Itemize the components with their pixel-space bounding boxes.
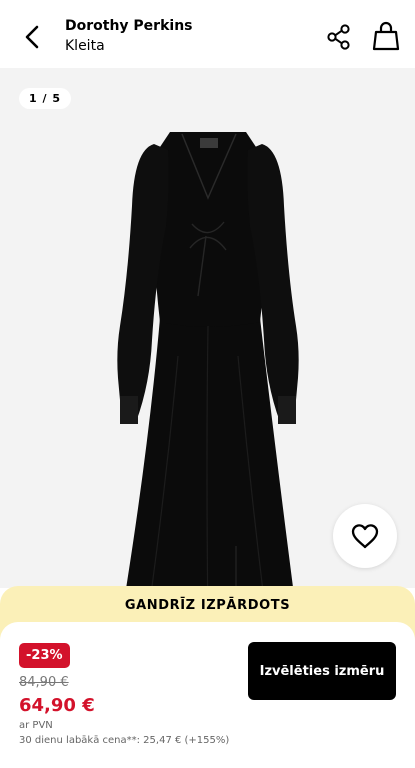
heart-outline-icon (351, 524, 379, 549)
shopping-bag-icon (372, 21, 400, 51)
share-icon (327, 24, 350, 50)
discount-badge: -23% (19, 643, 70, 668)
shopping-bag-button[interactable] (372, 21, 400, 51)
sale-price: 64,90 € (19, 695, 95, 716)
low-stock-text: GANDRĪZ IZPĀRDOTS (124, 598, 291, 613)
back-button[interactable] (20, 22, 46, 52)
favorite-button[interactable] (333, 504, 397, 568)
product-image[interactable] (108, 126, 308, 588)
image-counter: 1 / 5 (19, 88, 71, 109)
original-price: 84,90 € (19, 675, 69, 690)
product-image-gallery[interactable]: 1 / 5 (0, 68, 415, 588)
brand-name: Dorothy Perkins (65, 18, 193, 34)
best-price-note: 30 dienu labākā cena**: 25,47 € (+155%) (19, 735, 230, 746)
product-type: Kleita (65, 38, 105, 54)
vat-note: ar PVN (19, 720, 53, 731)
purchase-panel: -23% 84,90 € 64,90 € ar PVN 30 dienu lab… (0, 622, 415, 768)
select-size-button[interactable]: Izvēlēties izmēru (248, 642, 396, 700)
product-titles: Dorothy Perkins Kleita (65, 17, 193, 56)
top-bar: Dorothy Perkins Kleita (0, 0, 415, 68)
chevron-left-icon (25, 25, 39, 49)
share-button[interactable] (326, 23, 352, 51)
